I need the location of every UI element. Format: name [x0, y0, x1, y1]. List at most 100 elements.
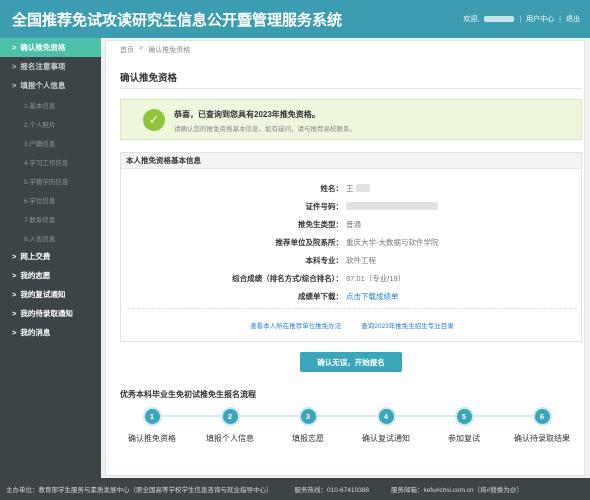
main-panel: 首页 > 确认推免资格 确认推免资格 ✓ 恭喜，已查询到您具有2023年推免资格… — [105, 40, 585, 476]
chevron-right-icon: > — [12, 252, 17, 261]
info-label: 证件号码： — [305, 201, 344, 211]
info-value: 普通 — [346, 219, 361, 229]
info-label: 综合成绩（排名方式/综合排名）： — [232, 273, 343, 283]
sidebar-item-messages[interactable]: > 我的消息 — [0, 323, 101, 342]
breadcrumb-home[interactable]: 首页 — [120, 45, 134, 55]
flow-title: 优秀本科毕业生免初试推免生报名流程 — [120, 390, 256, 399]
step-number: 2 — [220, 407, 240, 426]
breadcrumb-separator: > — [139, 45, 144, 52]
info-label: 本科专业： — [305, 255, 344, 265]
sidebar-subitem-basic-info[interactable]: 1.基本信息 — [0, 95, 101, 114]
step-number: 5 — [454, 407, 474, 426]
sidebar-item-label: 我的志愿 — [20, 271, 51, 280]
step-number: 6 — [532, 407, 552, 426]
step-label: 确认复试通知 — [362, 434, 410, 443]
chevron-right-icon: > — [12, 290, 17, 299]
sidebar-subitem-academic-record[interactable]: 5.学籍学历信息 — [0, 171, 101, 190]
success-banner: ✓ 恭喜，已查询到您具有2023年推免资格。 请确认您的推免资格基本信息，如有疑… — [120, 99, 582, 140]
top-header: 全国推荐免试攻读研究生信息公开暨管理服务系统 欢迎, | 用户中心 | 退出 — [0, 0, 590, 38]
redacted-block — [355, 184, 370, 192]
info-row-school: 推荐单位及院系所： 重庆大学-大数据与软件学院 — [121, 235, 583, 249]
sidebar-item-label: 报名注意事项 — [20, 62, 66, 71]
step-label: 填报志愿 — [292, 434, 324, 443]
flow-step: 3 填报志愿 — [269, 407, 347, 444]
check-icon: ✓ — [143, 109, 165, 131]
sidebar-subitem-contact[interactable]: 7.联系信息 — [0, 209, 101, 228]
info-value: 重庆大学-大数据与软件学院 — [346, 237, 439, 247]
step-number: 4 — [376, 407, 396, 426]
step-label: 参加复试 — [448, 434, 480, 443]
step-label: 确认推免资格 — [128, 434, 176, 443]
user-bar: 欢迎, | 用户中心 | 退出 — [463, 14, 580, 24]
sidebar-item-label: 填报个人信息 — [20, 81, 66, 90]
step-number: 3 — [298, 407, 318, 426]
step-number: 1 — [142, 407, 162, 426]
footer-organizer: 主办单位：教育部学生服务与素质发展中心（原全国高等学校学生信息咨询与就业指导中心… — [6, 487, 273, 494]
sidebar-item-confirm-qualification[interactable]: > 确认推免资格 — [0, 38, 101, 57]
recommendation-policy-link[interactable]: 查看本人所在推荐单位推免办法 — [250, 320, 341, 330]
sidebar-item-personal-info[interactable]: > 填报个人信息 — [0, 76, 101, 95]
info-label: 姓名： — [320, 183, 344, 193]
sidebar-subitem-household[interactable]: 3.户籍信息 — [0, 133, 101, 152]
sidebar-item-payment[interactable]: > 网上交费 — [0, 247, 101, 266]
divider — [120, 88, 582, 89]
success-subtitle: 请确认您的推免资格基本信息，如有疑问，请与推荐高校联系。 — [174, 126, 356, 133]
info-links: 查看本人所在推荐单位推免办法 查询2023年推免生招生专业目录 — [121, 320, 583, 330]
info-label: 推荐单位及院系所： — [275, 237, 344, 247]
step-label: 确认待录取结果 — [514, 434, 570, 443]
sidebar-item-my-choices[interactable]: > 我的志愿 — [0, 266, 101, 285]
info-value: 87.01（专业/19） — [346, 273, 406, 283]
sidebar-item-label: 网上交费 — [20, 252, 51, 261]
info-value: 王 — [343, 183, 370, 194]
info-value: 软件工程 — [346, 255, 376, 265]
qualification-info-box: 本人推免资格基本信息 姓名： 王 证件号码： 推免生类型： 普通 推荐单位及院系… — [120, 152, 582, 342]
info-row-transcript: 成绩单下载： 点击下载成绩单 — [121, 289, 583, 303]
username-redacted — [484, 16, 515, 22]
info-label: 推免生类型： — [298, 219, 343, 229]
sidebar-subitem-military[interactable]: 8.入伍信息 — [0, 228, 101, 247]
header-separator: | — [559, 15, 561, 23]
dashed-divider — [127, 308, 577, 309]
sidebar-item-label: 确认推免资格 — [20, 43, 66, 52]
welcome-text: 欢迎, — [463, 16, 480, 23]
sidebar-subitem-degree[interactable]: 6.学位信息 — [0, 190, 101, 209]
chevron-right-icon: > — [12, 328, 17, 337]
info-row-major: 本科专业： 软件工程 — [121, 253, 583, 267]
redacted-block — [346, 202, 438, 210]
sidebar-item-label: 我的待录取通知 — [20, 309, 73, 318]
info-heading: 本人推免资格基本信息 — [121, 153, 581, 169]
major-catalog-link[interactable]: 查询2023年推免生招生专业目录 — [361, 320, 453, 330]
sidebar-item-label: 我的消息 — [20, 328, 51, 337]
logout-link[interactable]: 退出 — [566, 14, 580, 24]
footer-email: 服务邮箱：kefu#chsi.com.cn（将#替换为@） — [390, 487, 523, 494]
info-row-id-number: 证件号码： — [121, 199, 583, 213]
sidebar-subitem-photo[interactable]: 2.个人照片 — [0, 114, 101, 133]
flow-step: 6 确认待录取结果 — [503, 407, 581, 444]
chevron-right-icon: > — [12, 43, 17, 52]
footer: 主办单位：教育部学生服务与素质发展中心（原全国高等学校学生信息咨询与就业指导中心… — [0, 478, 590, 500]
info-row-type: 推免生类型： 普通 — [121, 217, 583, 231]
sidebar-item-retest-notice[interactable]: > 我的复试通知 — [0, 285, 101, 304]
breadcrumb: 首页 > 确认推免资格 — [120, 45, 190, 55]
name-value: 王 — [346, 183, 354, 193]
flow-step: 4 确认复试通知 — [347, 407, 425, 444]
step-label: 填报个人信息 — [206, 434, 254, 443]
confirm-start-button[interactable]: 确认无误，开始报名 — [300, 352, 402, 372]
info-row-name: 姓名： 王 — [121, 181, 583, 195]
header-separator: | — [519, 15, 522, 23]
chevron-right-icon: > — [12, 309, 17, 318]
download-transcript-link[interactable]: 点击下载成绩单 — [343, 291, 399, 302]
breadcrumb-current: 确认推免资格 — [148, 47, 191, 54]
info-value — [343, 202, 438, 210]
user-center-link[interactable]: 用户中心 — [526, 14, 554, 24]
sidebar: > 确认推免资格 > 报名注意事项 > 填报个人信息 1.基本信息 2.个人照片 3.… — [0, 38, 101, 478]
success-title: 恭喜，已查询到您具有2023年推免资格。 — [174, 110, 320, 119]
sidebar-item-notes[interactable]: > 报名注意事项 — [0, 57, 101, 76]
system-title: 全国推荐免试攻读研究生信息公开暨管理服务系统 — [12, 12, 343, 29]
chevron-right-icon: > — [12, 62, 17, 71]
chevron-right-icon: > — [12, 271, 17, 280]
sidebar-subitem-study-work[interactable]: 4.学习工作信息 — [0, 152, 101, 171]
flow-step: 1 确认推免资格 — [113, 407, 191, 444]
page-title: 确认推免资格 — [120, 73, 178, 84]
sidebar-item-admission-notice[interactable]: > 我的待录取通知 — [0, 304, 101, 323]
